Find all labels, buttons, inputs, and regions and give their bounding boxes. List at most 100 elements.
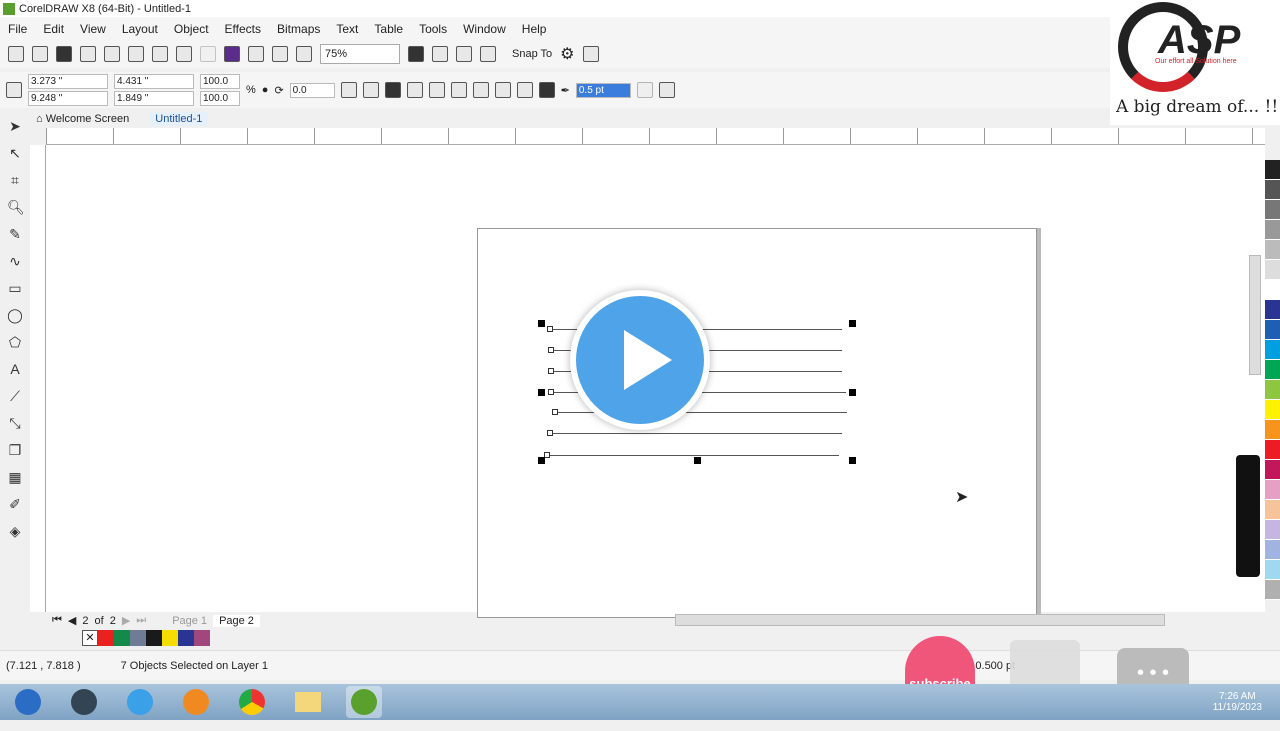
selection-handle[interactable] [538,389,545,396]
redo-icon[interactable] [200,46,216,62]
simplify-icon[interactable] [472,82,489,98]
polygon-tool-icon[interactable]: ⬠ [7,334,23,350]
drop-shadow-icon[interactable]: ❐ [7,442,23,458]
taskbar-internet-explorer[interactable] [122,686,158,718]
palette-swatch[interactable] [1265,260,1280,280]
palette-swatch[interactable] [1265,280,1280,300]
grid-icon[interactable] [456,46,472,62]
zoom-tool-icon[interactable]: 🔍︎ [7,199,25,215]
weld-icon[interactable] [406,82,423,98]
document-palette-swatch[interactable] [130,630,146,646]
group-icon[interactable] [384,82,401,98]
horizontal-scrollbar[interactable] [675,614,1165,626]
menu-view[interactable]: View [80,22,106,36]
connector-tool-icon[interactable]: ⤡ [7,415,23,431]
text-tool-icon[interactable]: A [7,361,23,377]
node[interactable] [548,389,554,395]
palette-swatch[interactable] [1265,200,1280,220]
menu-tools[interactable]: Tools [419,22,447,36]
tab-untitled-1[interactable]: Untitled-1 [149,112,209,126]
trim-icon[interactable] [428,82,445,98]
menu-edit[interactable]: Edit [43,22,64,36]
intersect-icon[interactable] [450,82,467,98]
taskbar-app-media[interactable] [66,686,102,718]
drawing-page[interactable] [477,228,1037,618]
back-minus-front-icon[interactable] [516,82,533,98]
page-tab-1[interactable]: Page 1 [172,615,207,627]
vertical-ruler[interactable] [30,145,46,612]
copy-icon[interactable] [128,46,144,62]
selection-handle[interactable] [694,457,701,464]
align-icon[interactable] [658,82,675,98]
document-palette-swatch[interactable] [194,630,210,646]
y-position-field[interactable]: 9.248 " [28,91,108,106]
start-button[interactable] [10,686,46,718]
mirror-vertical-icon[interactable] [362,82,379,98]
selection-handle[interactable] [849,389,856,396]
palette-swatch[interactable] [1265,240,1280,260]
taskbar-coreldraw[interactable] [346,686,382,718]
menu-object[interactable]: Object [174,22,209,36]
create-boundary-icon[interactable] [538,82,555,98]
document-palette-swatch[interactable] [98,630,114,646]
artistic-media-icon[interactable]: ∿ [7,253,23,269]
application-launcher-icon[interactable] [582,46,599,62]
system-clock[interactable]: 7:26 AM 11/19/2023 [1213,691,1262,713]
palette-swatch[interactable] [1265,160,1280,180]
import-icon[interactable] [248,46,264,62]
palette-swatch[interactable] [1265,420,1280,440]
palette-swatch[interactable] [1265,520,1280,540]
menu-window[interactable]: Window [463,22,506,36]
document-palette-swatch[interactable] [114,630,130,646]
front-minus-back-icon[interactable] [494,82,511,98]
palette-swatch[interactable] [1265,320,1280,340]
line[interactable] [550,433,842,434]
node[interactable] [547,326,553,332]
save-icon[interactable] [56,46,72,62]
palette-swatch[interactable] [1265,460,1280,480]
print-icon[interactable] [80,46,96,62]
new-icon[interactable] [8,46,24,62]
palette-swatch[interactable] [1265,380,1280,400]
document-palette-swatch[interactable] [178,630,194,646]
outline-width-select[interactable]: 0.5 pt [575,82,631,98]
gear-icon[interactable]: ⚙ [560,44,574,64]
selection-handle[interactable] [538,457,545,464]
page-tab-2[interactable]: Page 2 [213,614,260,627]
node[interactable] [548,347,554,353]
menu-layout[interactable]: Layout [122,22,158,36]
palette-swatch[interactable] [1265,480,1280,500]
rectangle-tool-icon[interactable]: ▭ [7,280,23,296]
next-page-icon[interactable]: ▶ [122,614,130,627]
palette-swatch[interactable] [1265,500,1280,520]
ellipse-tool-icon[interactable]: ◯ [7,307,23,323]
fill-tool-icon[interactable]: ◈ [7,523,23,539]
eyedropper-icon[interactable]: ✐ [7,496,23,512]
palette-swatch[interactable] [1265,220,1280,240]
zoom-level-select[interactable]: 75% [320,44,400,64]
prev-page-icon[interactable]: ◀ [68,614,76,627]
parallel-dimension-icon[interactable]: ⟋ [7,388,23,404]
shape-tool-icon[interactable]: ↖ [7,145,23,161]
palette-swatch[interactable] [1265,540,1280,560]
selection-handle[interactable] [849,457,856,464]
guidelines-icon[interactable] [480,46,496,62]
freehand-tool-icon[interactable]: ✎ [7,226,23,242]
vertical-scrollbar[interactable] [1249,255,1261,375]
menu-help[interactable]: Help [522,22,547,36]
height-field[interactable]: 1.849 " [114,91,194,106]
node[interactable] [547,430,553,436]
palette-swatch[interactable] [1265,340,1280,360]
lock-ratio-icon[interactable]: ● [262,84,269,96]
object-origin-icon[interactable] [6,82,22,98]
horizontal-ruler[interactable] [46,128,1265,145]
crop-tool-icon[interactable]: ⌗ [7,172,23,188]
paste-icon[interactable] [152,46,168,62]
palette-swatch[interactable] [1265,440,1280,460]
open-icon[interactable] [32,46,48,62]
search-content-icon[interactable] [224,46,240,62]
scale-y-field[interactable]: 100.0 [200,91,240,106]
document-palette-swatch[interactable] [146,630,162,646]
document-palette-swatch[interactable] [162,630,178,646]
cut-icon[interactable] [104,46,120,62]
